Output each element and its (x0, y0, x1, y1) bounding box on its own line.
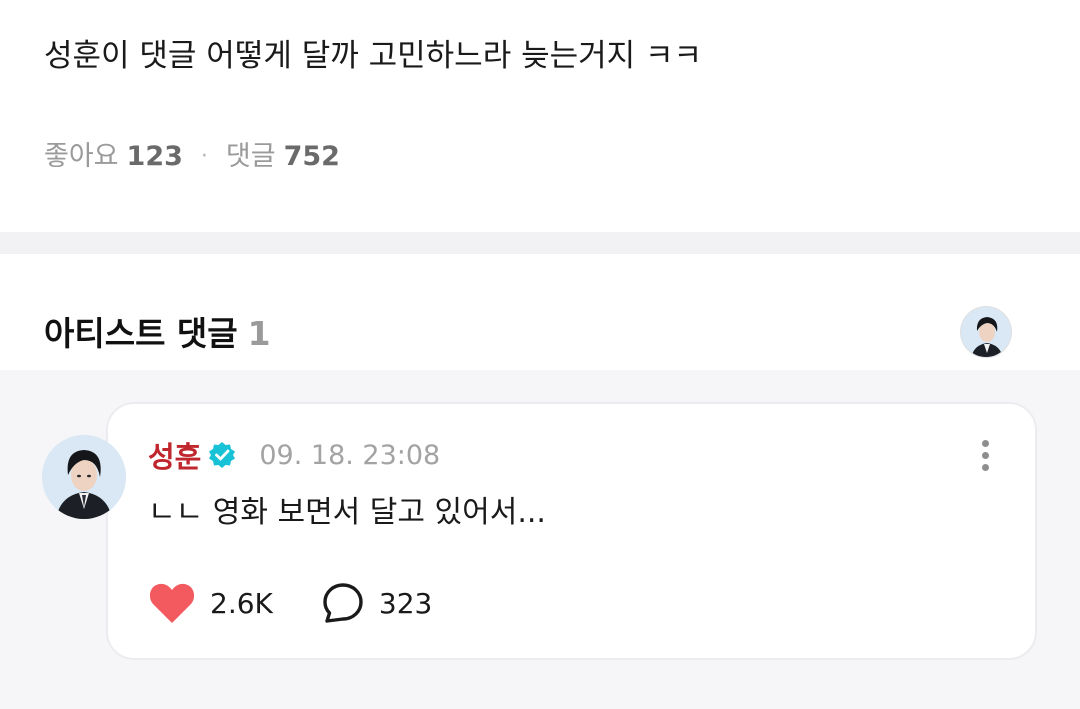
stats-separator: · (200, 144, 208, 169)
post-text: 성훈이 댓글 어떻게 달까 고민하느라 늦는거지 ㅋㅋ (44, 38, 703, 74)
post-section: 성훈이 댓글 어떻게 달까 고민하느라 늦는거지 ㅋㅋ 좋아요 123 · 댓글… (0, 0, 1080, 232)
heart-icon (149, 583, 195, 623)
artist-comments-title-text: 아티스트 댓글 (44, 314, 238, 353)
artist-avatar-small[interactable] (960, 306, 1012, 358)
reply-button[interactable]: 323 (321, 581, 432, 625)
likes-label[interactable]: 좋아요 (44, 138, 119, 176)
artist-comments-count: 1 (247, 314, 271, 353)
artist-comments-title: 아티스트 댓글 1 (44, 312, 271, 356)
likes-count[interactable]: 123 (127, 138, 183, 176)
comment-timestamp: 09. 18. 23:08 (259, 439, 441, 471)
comments-label[interactable]: 댓글 (226, 138, 276, 176)
like-count: 2.6K (210, 586, 273, 620)
artist-comment-area (0, 370, 1080, 709)
section-divider (0, 232, 1080, 254)
verified-badge-icon (207, 440, 237, 470)
comment-author-name[interactable]: 성훈 (148, 434, 201, 476)
speech-bubble-icon (323, 583, 363, 623)
more-vertical-icon[interactable] (972, 434, 998, 476)
comment-text: ㄴㄴ 영화 보면서 달고 있어서... (148, 495, 546, 530)
comments-count[interactable]: 752 (284, 138, 340, 176)
comment-actions: 2.6K 323 (148, 580, 432, 626)
comment-author-row: 성훈 09. 18. 23:08 (148, 434, 440, 476)
artist-comments-header: 아티스트 댓글 1 (0, 254, 1080, 370)
like-button[interactable]: 2.6K (148, 581, 273, 625)
comment-author-avatar[interactable] (42, 435, 126, 519)
post-stats: 좋아요 123 · 댓글 752 (44, 138, 340, 176)
reply-count: 323 (378, 586, 433, 620)
